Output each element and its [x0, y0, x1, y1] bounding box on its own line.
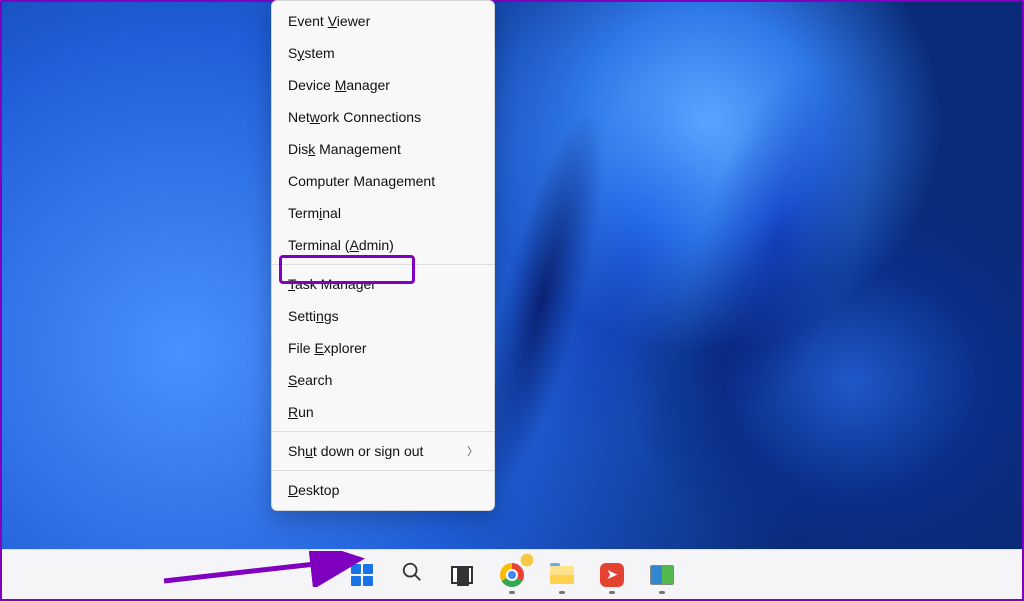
menu-separator: [272, 470, 494, 471]
menu-item-system[interactable]: System: [272, 37, 494, 69]
menu-item-terminal[interactable]: Terminal: [272, 197, 494, 229]
menu-item-device_manager[interactable]: Device Manager: [272, 69, 494, 101]
start-button[interactable]: [342, 555, 382, 595]
todoist-app[interactable]: ➤: [592, 555, 632, 595]
menu-item-event_viewer[interactable]: Event Viewer: [272, 5, 494, 37]
control-panel-icon: [650, 565, 674, 585]
menu-item-label: Computer Management: [288, 173, 435, 189]
menu-separator: [272, 264, 494, 265]
menu-separator: [272, 431, 494, 432]
menu-item-terminal_admin[interactable]: Terminal (Admin): [272, 229, 494, 261]
chevron-right-icon: 〉: [467, 443, 478, 459]
chrome-icon: [500, 563, 524, 587]
menu-item-label: Terminal: [288, 205, 341, 221]
menu-item-desktop[interactable]: Desktop: [272, 474, 494, 506]
menu-item-label: Settings: [288, 308, 339, 324]
file-explorer-icon: [550, 566, 574, 584]
menu-item-task_manager[interactable]: Task Manager: [272, 268, 494, 300]
file-explorer-app[interactable]: [542, 555, 582, 595]
menu-item-label: Event Viewer: [288, 13, 370, 29]
chrome-app[interactable]: [492, 555, 532, 595]
profile-badge-icon: [520, 553, 534, 567]
running-indicator: [659, 591, 665, 594]
control-panel-app[interactable]: [642, 555, 682, 595]
menu-item-run[interactable]: Run: [272, 396, 494, 428]
menu-item-label: Network Connections: [288, 109, 421, 125]
search-icon: [401, 561, 423, 588]
task-view-button[interactable]: [442, 555, 482, 595]
menu-item-shut_down[interactable]: Shut down or sign out 〉: [272, 435, 494, 467]
todoist-icon: ➤: [600, 563, 624, 587]
menu-item-label: System: [288, 45, 335, 61]
menu-item-label: Run: [288, 404, 314, 420]
taskbar: ➤: [2, 549, 1022, 599]
menu-item-disk_management[interactable]: Disk Management: [272, 133, 494, 165]
menu-item-label: Terminal (Admin): [288, 237, 394, 253]
menu-item-label: Device Manager: [288, 77, 390, 93]
menu-item-settings[interactable]: Settings: [272, 300, 494, 332]
menu-item-file_explorer[interactable]: File Explorer: [272, 332, 494, 364]
menu-item-label: File Explorer: [288, 340, 367, 356]
winx-context-menu: Event Viewer System Device Manager Network …: [271, 0, 495, 511]
running-indicator: [609, 591, 615, 594]
task-view-icon: [451, 566, 473, 584]
running-indicator: [559, 591, 565, 594]
menu-item-network_connections[interactable]: Network Connections: [272, 101, 494, 133]
menu-item-search[interactable]: Search: [272, 364, 494, 396]
menu-item-label: Task Manager: [288, 276, 376, 292]
search-button[interactable]: [392, 555, 432, 595]
menu-item-label: Desktop: [288, 482, 339, 498]
menu-item-label: Shut down or sign out: [288, 443, 423, 459]
running-indicator: [509, 591, 515, 594]
menu-item-label: Search: [288, 372, 332, 388]
windows-start-icon: [351, 564, 373, 586]
menu-item-label: Disk Management: [288, 141, 401, 157]
menu-item-computer_management[interactable]: Computer Management: [272, 165, 494, 197]
desktop-wallpaper: [2, 2, 1022, 599]
